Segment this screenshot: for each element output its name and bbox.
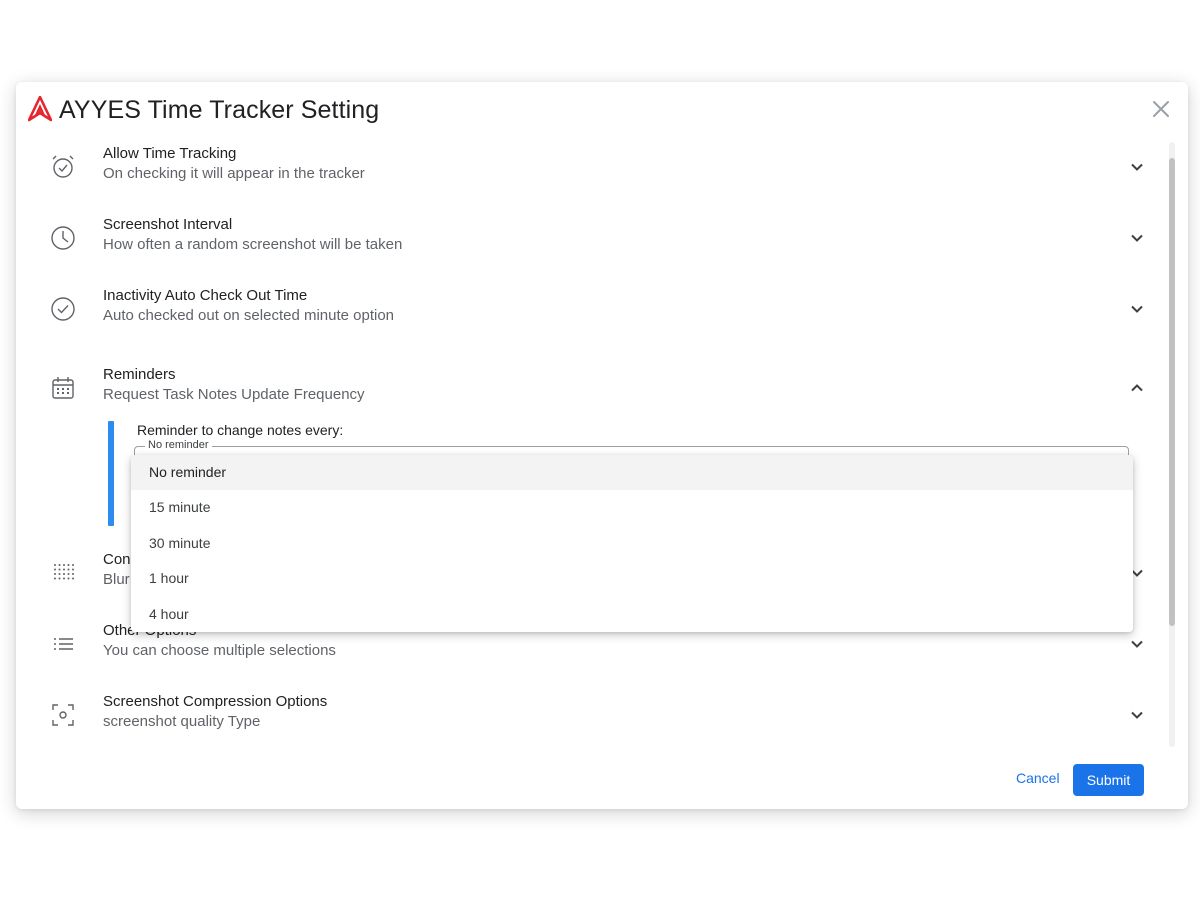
setting-subtitle: On checking it will appear in the tracke…: [103, 165, 365, 182]
list-icon: [54, 638, 73, 650]
setting-row-reminders[interactable]: Reminders Request Task Notes Update Freq…: [16, 366, 1156, 420]
chevron-down-icon[interactable]: [1129, 707, 1145, 723]
accent-bar: [108, 421, 114, 526]
clock-icon: [51, 226, 75, 250]
setting-subtitle: Auto checked out on selected minute opti…: [103, 307, 395, 324]
scrollbar-thumb[interactable]: [1169, 158, 1175, 626]
chevron-down-icon[interactable]: [1129, 159, 1145, 175]
chevron-down-icon[interactable]: [1129, 636, 1145, 652]
dialog-title: AYYES Time Tracker Setting: [59, 95, 380, 124]
submit-button[interactable]: Submit: [1073, 764, 1144, 796]
select-legend: No reminder: [145, 439, 212, 451]
dot-grid-icon: [54, 564, 74, 580]
setting-title: Reminders: [103, 366, 176, 383]
setting-row-screenshot-compression[interactable]: Screenshot Compression Options screensho…: [16, 693, 1156, 747]
setting-title: Allow Time Tracking: [103, 145, 237, 162]
setting-title: Screenshot Interval: [103, 216, 233, 233]
reminder-dropdown-menu: No reminder 15 minute 30 minute 1 hour 4…: [131, 455, 1133, 632]
dropdown-option-no-reminder[interactable]: No reminder: [131, 455, 1133, 491]
setting-title: Screenshot Compression Options: [103, 693, 328, 710]
scrollbar[interactable]: [1169, 142, 1175, 747]
dropdown-option-4-hour[interactable]: 4 hour: [131, 597, 1133, 632]
reminder-label: Reminder to change notes every:: [137, 422, 344, 438]
setting-row-screenshot-interval[interactable]: Screenshot Interval How often a random s…: [16, 216, 1156, 270]
dropdown-option-1-hour[interactable]: 1 hour: [131, 561, 1133, 596]
chevron-down-icon[interactable]: [1129, 230, 1145, 246]
settings-dialog: AYYES Time Tracker Setting Allow Time Tr…: [16, 82, 1188, 809]
dropdown-option-30-minute[interactable]: 30 minute: [131, 526, 1133, 561]
calendar-icon: [52, 377, 74, 399]
setting-title: Con: [103, 551, 131, 568]
check-circle-icon: [51, 297, 75, 321]
cancel-button[interactable]: Cancel: [1016, 770, 1060, 786]
setting-subtitle: How often a random screenshot will be ta…: [103, 236, 403, 253]
dropdown-option-15-minute[interactable]: 15 minute: [131, 490, 1133, 525]
close-icon[interactable]: [1150, 98, 1172, 120]
setting-subtitle: screenshot quality Type: [103, 713, 261, 730]
dialog-header: AYYES Time Tracker Setting: [28, 92, 379, 128]
chevron-up-icon[interactable]: [1129, 380, 1145, 396]
setting-subtitle: Blur: [103, 571, 130, 588]
setting-row-allow-time-tracking[interactable]: Allow Time Tracking On checking it will …: [16, 145, 1156, 199]
setting-title: Inactivity Auto Check Out Time: [103, 287, 308, 304]
setting-subtitle: Request Task Notes Update Frequency: [103, 386, 365, 403]
ayyes-logo-icon: [28, 96, 52, 122]
alarm-check-icon: [52, 155, 74, 178]
setting-row-inactivity-checkout[interactable]: Inactivity Auto Check Out Time Auto chec…: [16, 287, 1156, 341]
screenshot-frame-icon: [52, 704, 74, 726]
setting-subtitle: You can choose multiple selections: [103, 642, 336, 659]
chevron-down-icon[interactable]: [1129, 301, 1145, 317]
